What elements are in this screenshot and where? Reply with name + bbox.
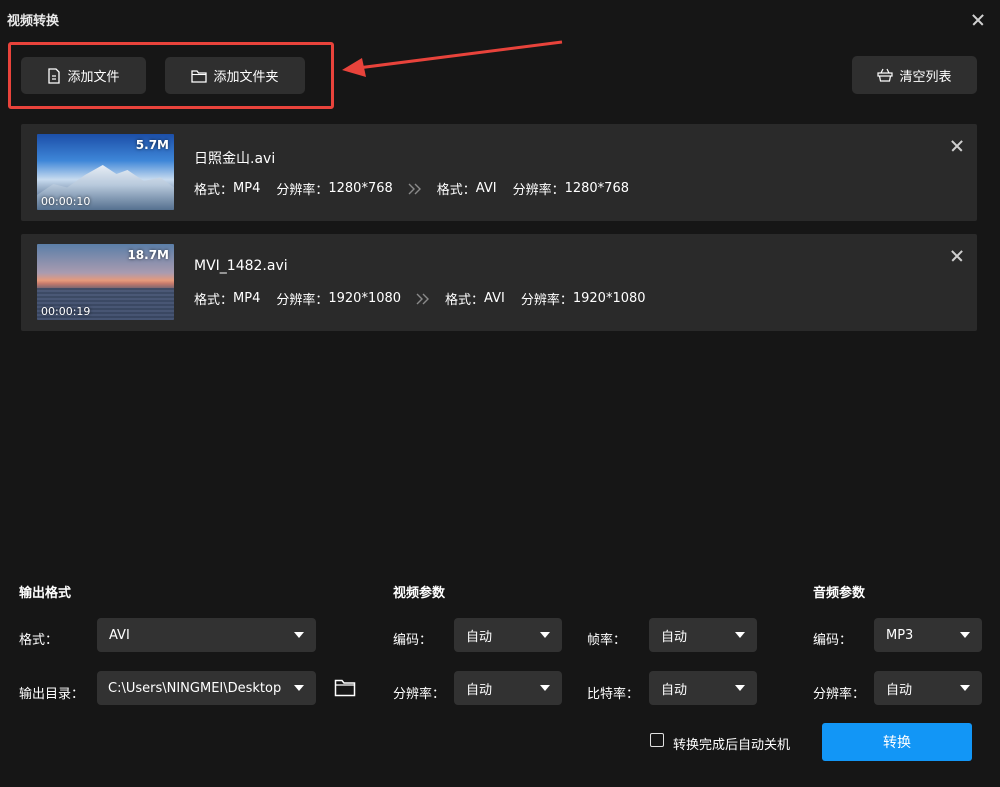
chevron-down-icon (294, 632, 304, 638)
file-size: 5.7M (135, 138, 169, 152)
double-chevron-right-icon (408, 183, 421, 194)
highlight-box (8, 42, 334, 109)
file-duration: 00:00:19 (41, 305, 91, 318)
source-resolution-label: 分辨率： (276, 293, 329, 308)
chevron-down-icon (735, 685, 745, 691)
browse-folder-icon[interactable] (334, 678, 356, 698)
chevron-down-icon (540, 685, 550, 691)
target-format: AVI (484, 291, 505, 306)
output-dir-select[interactable]: C:\Users\NINGMEI\Desktop (97, 671, 316, 705)
window-title: 视频转换 (7, 14, 60, 29)
output-dir-label: 输出目录： (19, 687, 85, 702)
bitrate-label: 比特率： (587, 687, 640, 702)
convert-button[interactable]: 转换 (822, 723, 972, 761)
basket-icon (877, 68, 894, 82)
target-resolution-label: 分辨率： (512, 183, 565, 198)
output-format-heading: 输出格式 (19, 586, 72, 601)
convert-label: 转换 (883, 735, 911, 751)
source-resolution: 1920*1080 (328, 291, 402, 306)
target-resolution: 1920*1080 (572, 291, 646, 306)
bitrate-select[interactable]: 自动 (649, 671, 757, 705)
file-size: 18.7M (127, 248, 169, 262)
double-chevron-right-icon (416, 293, 430, 304)
format-label: 格式： (19, 633, 59, 648)
video-resolution-label: 分辨率： (393, 687, 446, 702)
file-name: MVI_1482.avi (194, 258, 288, 274)
source-resolution: 1280*768 (328, 181, 393, 196)
source-format-label: 格式： (194, 293, 234, 308)
audio-params-heading: 音频参数 (813, 586, 866, 601)
auto-shutdown-checkbox[interactable] (650, 733, 664, 747)
chevron-down-icon (960, 632, 970, 638)
video-thumbnail: 5.7M 00:00:10 (37, 134, 174, 210)
source-format-label: 格式： (194, 183, 234, 198)
chevron-down-icon (735, 632, 745, 638)
source-format: MP4 (233, 291, 261, 306)
audio-codec-label: 编码： (813, 633, 853, 648)
audio-resolution-label: 分辨率： (813, 687, 866, 702)
video-thumbnail: 18.7M 00:00:19 (37, 244, 174, 320)
file-item: 18.7M 00:00:19 MVI_1482.avi 格式： MP4 分辨率：… (21, 234, 977, 331)
file-duration: 00:00:10 (41, 195, 91, 208)
clear-list-label: 清空列表 (899, 69, 952, 85)
remove-file-icon[interactable] (949, 138, 965, 154)
video-codec-label: 编码： (393, 633, 433, 648)
video-codec-select[interactable]: 自动 (454, 618, 562, 652)
file-specs: 格式： MP4 分辨率： 1280*768 格式： AVI 分辨率： 1280*… (194, 179, 629, 198)
annotation-arrow (342, 40, 563, 77)
frame-rate-select[interactable]: 自动 (649, 618, 757, 652)
video-resolution-select[interactable]: 自动 (454, 671, 562, 705)
file-item: 5.7M 00:00:10 日照金山.avi 格式： MP4 分辨率： 1280… (21, 124, 977, 221)
close-icon[interactable] (966, 8, 990, 32)
target-format: AVI (475, 181, 497, 196)
source-format: MP4 (233, 181, 261, 196)
audio-resolution-select[interactable]: 自动 (874, 671, 982, 705)
chevron-down-icon (294, 685, 304, 691)
target-format-label: 格式： (436, 183, 476, 198)
auto-shutdown-label: 转换完成后自动关机 (673, 738, 791, 753)
chevron-down-icon (960, 685, 970, 691)
audio-codec-select[interactable]: MP3 (874, 618, 982, 652)
file-name: 日照金山.avi (194, 151, 276, 167)
remove-file-icon[interactable] (949, 248, 965, 264)
video-params-heading: 视频参数 (393, 586, 446, 601)
frame-rate-label: 帧率： (587, 633, 627, 648)
target-resolution: 1280*768 (564, 181, 629, 196)
format-select[interactable]: AVI (97, 618, 316, 652)
target-resolution-label: 分辨率： (520, 293, 573, 308)
source-resolution-label: 分辨率： (276, 183, 329, 198)
chevron-down-icon (540, 632, 550, 638)
target-format-label: 格式： (445, 293, 485, 308)
clear-list-button[interactable]: 清空列表 (852, 56, 977, 94)
file-specs: 格式： MP4 分辨率： 1920*1080 格式： AVI 分辨率： 1920… (194, 289, 646, 308)
